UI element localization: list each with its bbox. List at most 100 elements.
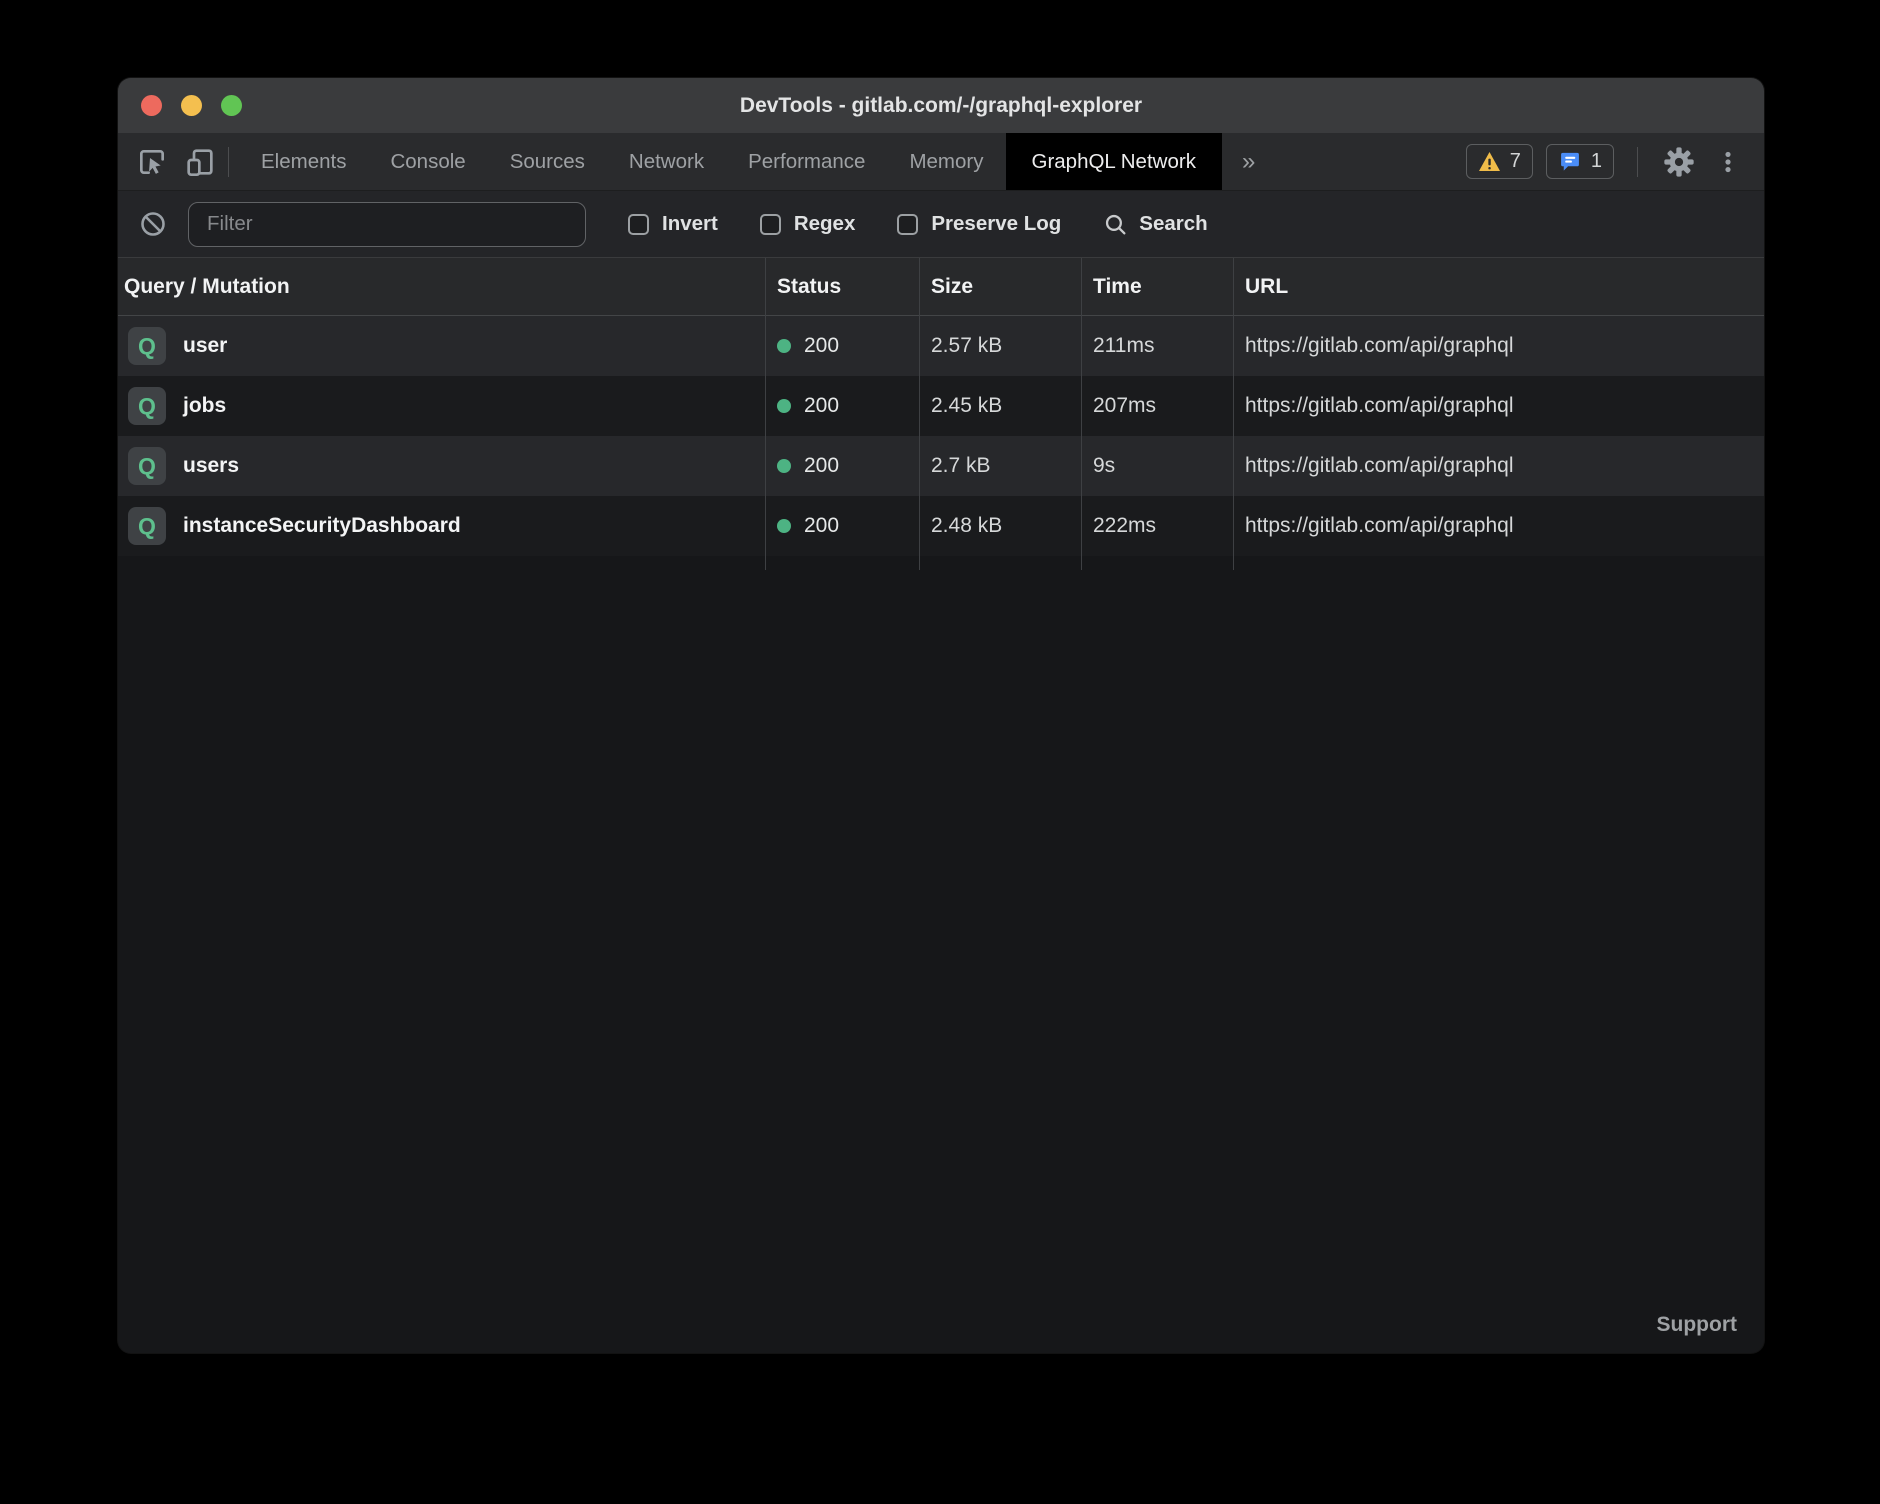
query-type-badge: Q xyxy=(128,507,166,545)
panel-tab[interactable]: GraphQL Network xyxy=(1006,133,1222,190)
column-header-time[interactable]: Time xyxy=(1081,275,1233,299)
filter-checkbox[interactable]: Invert xyxy=(628,212,718,236)
panel-tabs: Elements Console Sources Network Perform… xyxy=(239,133,1275,190)
close-window-button[interactable] xyxy=(141,95,162,116)
minimize-window-button[interactable] xyxy=(181,95,202,116)
table-body: Q user 200 2.57 kB 211ms https://gitlab.… xyxy=(118,316,1764,556)
traffic-lights xyxy=(141,95,242,116)
search-label: Search xyxy=(1139,212,1207,236)
time-value: 211ms xyxy=(1081,334,1233,358)
requests-panel: Query / Mutation Status Size Time URL Q … xyxy=(118,258,1764,1353)
status-code: 200 xyxy=(804,514,839,538)
devtools-tabbar: Elements Console Sources Network Perform… xyxy=(118,133,1764,190)
settings-gear-icon[interactable] xyxy=(1661,144,1697,180)
message-bubble-icon xyxy=(1558,150,1582,173)
checkbox-label: Invert xyxy=(662,212,718,236)
query-type-badge: Q xyxy=(128,327,166,365)
query-name: jobs xyxy=(183,394,226,418)
request-row[interactable]: Q jobs 200 2.45 kB 207ms https://gitlab.… xyxy=(118,376,1764,436)
request-url: https://gitlab.com/api/graphql xyxy=(1233,394,1764,418)
query-name: user xyxy=(183,334,227,358)
column-header-status[interactable]: Status xyxy=(765,275,919,299)
panel-tab[interactable]: Network xyxy=(607,133,726,190)
tabbar-divider xyxy=(228,147,229,177)
column-divider[interactable] xyxy=(919,258,920,570)
column-divider[interactable] xyxy=(1233,258,1234,570)
column-divider[interactable] xyxy=(1081,258,1082,570)
query-cell: Q users xyxy=(118,447,765,485)
status-ok-dot xyxy=(777,399,791,413)
status-cell: 200 xyxy=(765,334,919,358)
tabbar-right-controls: 7 1 xyxy=(1466,133,1764,190)
request-url: https://gitlab.com/api/graphql xyxy=(1233,514,1764,538)
panel-tab-label: Console xyxy=(390,150,465,174)
request-row[interactable]: Q instanceSecurityDashboard 200 2.48 kB … xyxy=(118,496,1764,556)
status-code: 200 xyxy=(804,394,839,418)
warning-count: 7 xyxy=(1510,150,1521,173)
panel-tab-label: Performance xyxy=(748,150,865,174)
query-name: instanceSecurityDashboard xyxy=(183,514,461,538)
filter-checkbox[interactable]: Regex xyxy=(760,212,856,236)
kebab-menu-icon[interactable] xyxy=(1710,144,1746,180)
checkbox-label: Preserve Log xyxy=(931,212,1061,236)
status-cell: 200 xyxy=(765,394,919,418)
inspect-element-icon[interactable] xyxy=(134,144,170,180)
panel-tab[interactable]: Elements xyxy=(239,133,368,190)
size-value: 2.57 kB xyxy=(919,334,1081,358)
request-url: https://gitlab.com/api/graphql xyxy=(1233,454,1764,478)
device-toolbar-icon[interactable] xyxy=(182,144,218,180)
column-header-url[interactable]: URL xyxy=(1233,275,1764,299)
size-value: 2.45 kB xyxy=(919,394,1081,418)
support-link[interactable]: Support xyxy=(1657,1313,1737,1337)
filter-toolbar: Invert Regex Preserve Log Search xyxy=(118,190,1764,258)
request-row[interactable]: Q users 200 2.7 kB 9s https://gitlab.com… xyxy=(118,436,1764,496)
status-cell: 200 xyxy=(765,454,919,478)
titlebar: DevTools - gitlab.com/-/graphql-explorer xyxy=(118,78,1764,133)
panel-tab-label: GraphQL Network xyxy=(1032,150,1196,174)
panel-tab[interactable]: Performance xyxy=(726,133,887,190)
size-value: 2.7 kB xyxy=(919,454,1081,478)
window-title: DevTools - gitlab.com/-/graphql-explorer xyxy=(118,94,1764,118)
column-header-size[interactable]: Size xyxy=(919,275,1081,299)
status-code: 200 xyxy=(804,334,839,358)
panel-tab-label: Memory xyxy=(909,150,983,174)
query-type-badge: Q xyxy=(128,387,166,425)
more-tabs-button[interactable]: » xyxy=(1222,133,1275,190)
request-url: https://gitlab.com/api/graphql xyxy=(1233,334,1764,358)
query-cell: Q jobs xyxy=(118,387,765,425)
panel-tab[interactable]: Sources xyxy=(488,133,607,190)
panel-tab[interactable]: Console xyxy=(368,133,487,190)
clear-block-icon[interactable] xyxy=(135,206,171,242)
query-type-badge: Q xyxy=(128,447,166,485)
filter-input[interactable] xyxy=(188,202,586,247)
issues-badge[interactable]: 1 xyxy=(1546,144,1614,179)
warning-triangle-icon xyxy=(1478,151,1501,172)
search-icon xyxy=(1103,212,1128,237)
status-code: 200 xyxy=(804,454,839,478)
panel-tab-label: Elements xyxy=(261,150,346,174)
size-value: 2.48 kB xyxy=(919,514,1081,538)
warnings-badge[interactable]: 7 xyxy=(1466,144,1533,179)
status-ok-dot xyxy=(777,339,791,353)
checkbox-box[interactable] xyxy=(628,214,649,235)
checkbox-label: Regex xyxy=(794,212,856,236)
filter-checkbox[interactable]: Preserve Log xyxy=(897,212,1061,236)
issue-count: 1 xyxy=(1591,150,1602,173)
devtools-window: DevTools - gitlab.com/-/graphql-explorer… xyxy=(118,78,1764,1353)
time-value: 207ms xyxy=(1081,394,1233,418)
query-cell: Q user xyxy=(118,327,765,365)
tabbar-tool-icons xyxy=(118,133,218,190)
table-header: Query / Mutation Status Size Time URL xyxy=(118,258,1764,316)
search-button[interactable]: Search xyxy=(1103,212,1207,237)
zoom-window-button[interactable] xyxy=(221,95,242,116)
controls-divider xyxy=(1637,147,1638,177)
request-row[interactable]: Q user 200 2.57 kB 211ms https://gitlab.… xyxy=(118,316,1764,376)
status-cell: 200 xyxy=(765,514,919,538)
panel-tab[interactable]: Memory xyxy=(887,133,1005,190)
query-cell: Q instanceSecurityDashboard xyxy=(118,507,765,545)
time-value: 222ms xyxy=(1081,514,1233,538)
checkbox-box[interactable] xyxy=(760,214,781,235)
checkbox-box[interactable] xyxy=(897,214,918,235)
column-header-query[interactable]: Query / Mutation xyxy=(118,275,765,299)
column-divider[interactable] xyxy=(765,258,766,570)
